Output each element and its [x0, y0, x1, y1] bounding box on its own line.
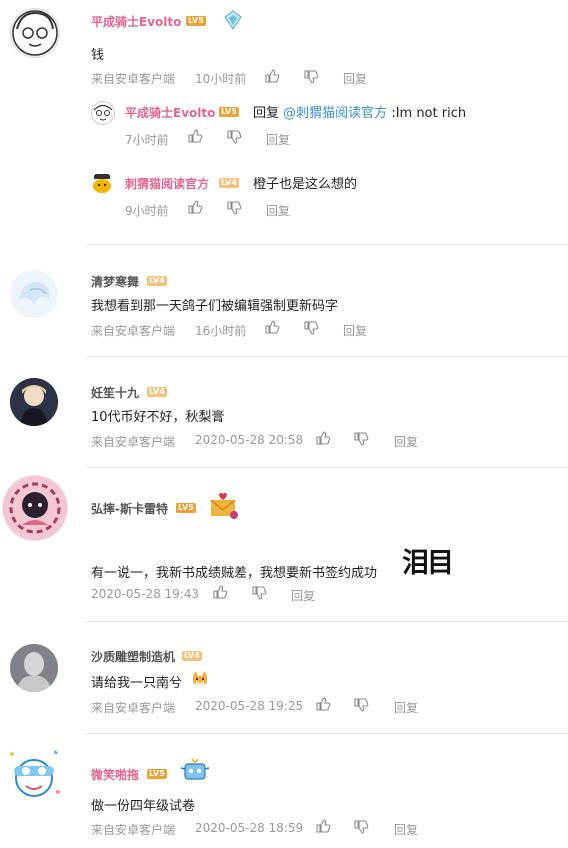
username[interactable]: 妊笙十九 [91, 384, 139, 401]
source: 来自安卓客户端 [91, 435, 176, 449]
timestamp: 2020-05-28 19:25 [195, 699, 304, 713]
avatar[interactable] [2, 475, 68, 541]
reply-button[interactable]: 回复 [343, 70, 367, 87]
reply-text: 橙子也是这么想的 [253, 177, 358, 192]
envelope-badge-icon [210, 492, 238, 519]
username[interactable]: 刺猬猫阅读官方 [125, 175, 209, 192]
thumbs-down-icon[interactable] [303, 70, 319, 84]
username[interactable]: 平成骑士Evolto [125, 104, 215, 121]
source: 来自安卓客户端 [91, 72, 176, 86]
divider [86, 621, 568, 622]
level-badge: LV5 [186, 16, 206, 26]
sticker: 泪目 [402, 548, 454, 579]
avatar[interactable] [10, 270, 58, 318]
thumbs-up-icon[interactable] [315, 697, 331, 711]
timestamp: 10小时前 [195, 72, 247, 86]
thumbs-down-icon[interactable] [251, 586, 267, 600]
avatar[interactable] [10, 644, 58, 692]
reply-prefix: 回复 [253, 106, 280, 121]
level-badge: LV4 [147, 387, 167, 397]
thumbs-up-icon[interactable] [315, 819, 331, 833]
comment-text: 做一份四年级试卷 [91, 799, 196, 814]
username[interactable]: 清梦寒舞 [91, 273, 139, 290]
thumbs-up-icon[interactable] [315, 431, 331, 445]
timestamp: 16小时前 [195, 324, 247, 338]
avatar[interactable] [91, 172, 113, 194]
divider [86, 733, 568, 734]
divider [86, 467, 568, 468]
thumbs-up-icon[interactable] [264, 320, 280, 334]
divider [86, 356, 568, 357]
dog-emoji-icon [193, 671, 207, 686]
comment-text: 10代币好不好，秋梨膏 [91, 410, 225, 425]
thumbs-up-icon[interactable] [212, 585, 228, 599]
comment-text: 钱 [91, 48, 105, 63]
robot-badge-icon [180, 758, 210, 780]
medal-icon [224, 10, 242, 30]
timestamp: 2020-05-28 18:59 [195, 821, 304, 835]
level-badge: LV4 [219, 178, 239, 188]
thumbs-down-icon[interactable] [303, 321, 319, 335]
avatar[interactable] [10, 8, 60, 58]
comment-text: 我想看到那一天鸽子们被编辑强制更新码字 [91, 299, 339, 314]
reply-button[interactable]: 回复 [266, 131, 290, 148]
username[interactable]: 沙质雕塑制造机 [91, 648, 175, 665]
reply-button[interactable]: 回复 [291, 587, 315, 604]
reply-content: :Im not rich [391, 106, 467, 121]
reply-button[interactable]: 回复 [394, 433, 418, 450]
timestamp: 2020-05-28 20:58 [195, 433, 304, 447]
timestamp: 2020-05-28 19:43 [91, 587, 200, 601]
thumbs-down-icon[interactable] [226, 130, 242, 144]
username[interactable]: 平成骑士Evolto [91, 13, 181, 30]
reply-button[interactable]: 回复 [266, 202, 290, 219]
source: 来自安卓客户端 [91, 324, 176, 338]
thumbs-down-icon[interactable] [353, 432, 369, 446]
thumbs-up-icon[interactable] [187, 200, 203, 214]
avatar[interactable] [10, 378, 58, 426]
level-badge: LV5 [176, 503, 196, 513]
level-badge: LV4 [182, 651, 202, 661]
timestamp: 7小时前 [125, 133, 169, 147]
avatar[interactable] [2, 742, 66, 806]
level-badge: LV5 [219, 107, 239, 117]
avatar[interactable] [91, 101, 115, 125]
thumbs-down-icon[interactable] [353, 820, 369, 834]
comment-text: 请给我一只南兮 [91, 676, 183, 691]
source: 来自安卓客户端 [91, 823, 176, 837]
reply-button[interactable]: 回复 [394, 821, 418, 838]
reply-button[interactable]: 回复 [394, 699, 418, 716]
username[interactable]: 弘摔-斯卡雷特 [91, 500, 168, 517]
divider [86, 244, 568, 245]
level-badge: LV4 [147, 276, 167, 286]
thumbs-down-icon[interactable] [226, 201, 242, 215]
level-badge: LV5 [147, 769, 167, 779]
thumbs-up-icon[interactable] [264, 69, 280, 83]
reply-button[interactable]: 回复 [343, 322, 367, 339]
timestamp: 9小时前 [125, 204, 169, 218]
thumbs-up-icon[interactable] [187, 129, 203, 143]
reply-text: 回复 @刺猬猫阅读官方 :Im not rich [253, 102, 466, 121]
mention-link[interactable]: @刺猬猫阅读官方 [283, 106, 387, 121]
comment-text: 有一说一，我新书成绩贼差，我想要新书签约成功 [91, 566, 378, 581]
thumbs-down-icon[interactable] [353, 698, 369, 712]
username[interactable]: 微笑啪拖 [91, 766, 139, 783]
source: 来自安卓客户端 [91, 701, 176, 715]
